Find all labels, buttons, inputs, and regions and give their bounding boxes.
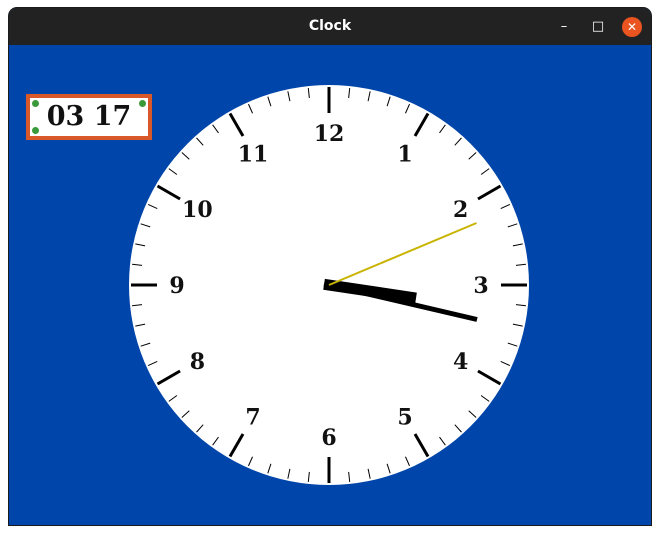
clock-numeral: 7 [245,405,260,431]
clock-numeral: 10 [182,197,213,223]
clock-canvas: 12 1 2 3 4 5 6 7 8 9 10 11 03 17 [9,45,651,525]
clock-numeral: 1 [397,141,412,167]
corner-dot-icon [32,127,39,134]
corner-dot-icon [32,100,39,107]
clock-numeral: 11 [238,141,269,167]
digital-time-display[interactable]: 03 17 [26,94,152,140]
title-bar[interactable]: Clock – □ ✕ [9,8,651,45]
maximize-icon[interactable]: □ [588,17,608,37]
digital-time-text: 03 17 [46,101,132,132]
clock-numeral: 12 [314,121,345,147]
clock-numeral: 8 [190,349,205,375]
clock-numeral: 9 [169,273,184,299]
clock-numeral: 5 [397,405,412,431]
clock-numeral: 2 [453,197,468,223]
clock-window: Clock – □ ✕ 12 1 2 3 4 5 6 7 8 9 10 11 03 17 [9,8,651,525]
close-icon[interactable]: ✕ [622,17,642,37]
minimize-icon[interactable]: – [554,17,574,37]
clock-numeral: 6 [321,425,336,451]
clock-numeral: 3 [473,273,488,299]
clock-numeral: 4 [453,349,468,375]
corner-dot-icon [139,100,146,107]
